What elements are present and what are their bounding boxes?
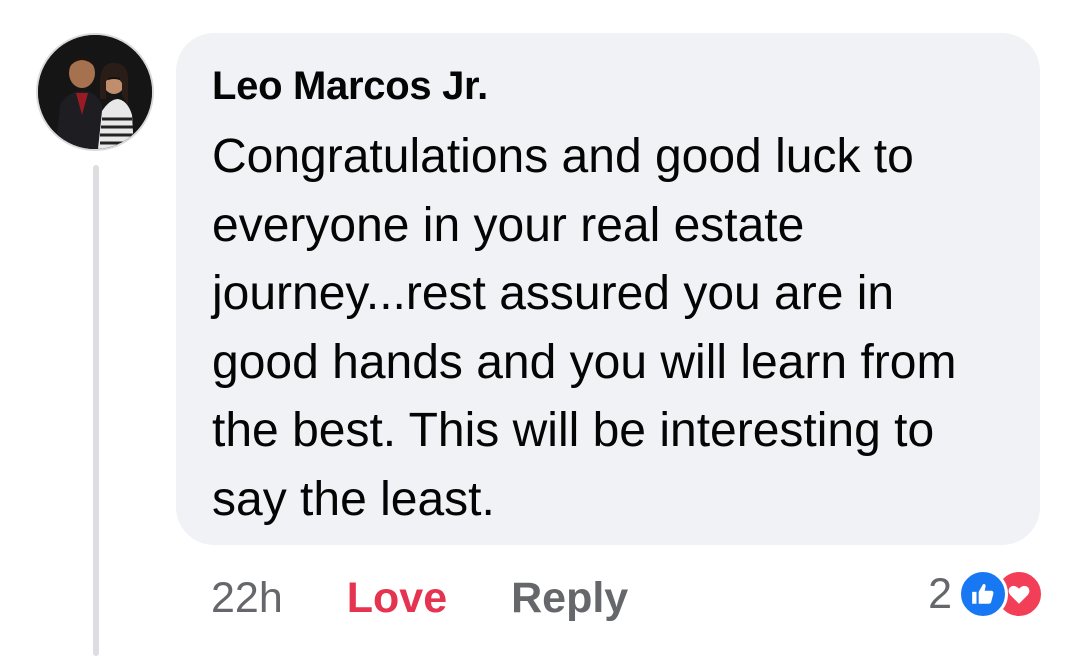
like-icon xyxy=(958,569,1008,619)
reply-button[interactable]: Reply xyxy=(511,574,628,623)
comment-thread: Leo Marcos Jr. Congratulations and good … xyxy=(0,0,1080,656)
comment-text: Congratulations and good luck to everyon… xyxy=(212,130,957,526)
comment-timestamp[interactable]: 22h xyxy=(211,574,283,623)
comment-bubble: Leo Marcos Jr. Congratulations and good … xyxy=(176,33,1040,545)
reaction-icons xyxy=(958,569,1044,619)
avatar[interactable] xyxy=(36,33,154,151)
comment-actions: 22h Love Reply xyxy=(211,568,628,628)
reply-thread-line xyxy=(93,165,99,656)
reaction-count: 2 xyxy=(928,569,952,618)
love-button[interactable]: Love xyxy=(347,574,447,623)
comment-author-name[interactable]: Leo Marcos Jr. xyxy=(212,59,1010,113)
reaction-summary[interactable]: 2 xyxy=(928,566,1044,622)
avatar-photo-icon xyxy=(38,35,152,149)
